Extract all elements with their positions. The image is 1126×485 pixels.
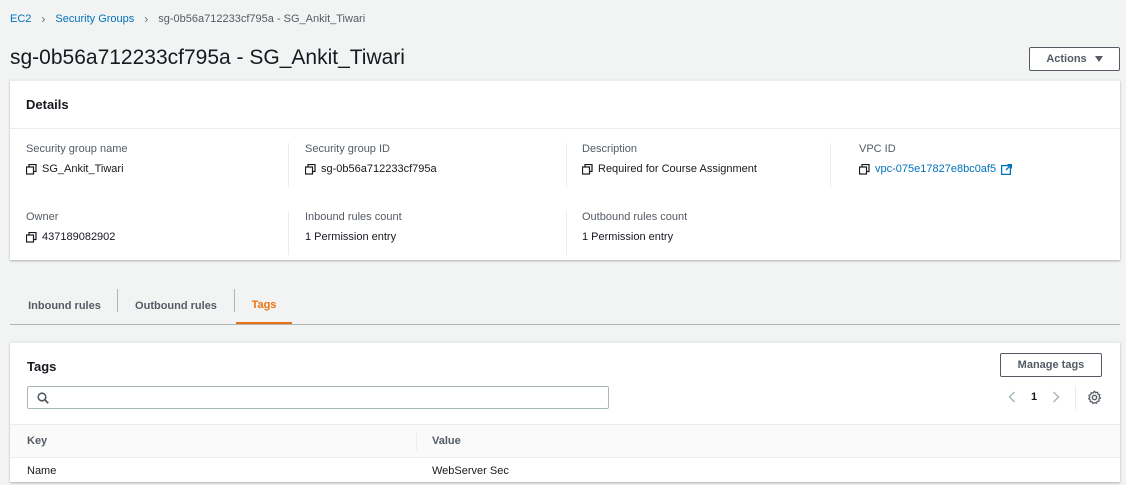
column-header-value[interactable]: Value (432, 435, 461, 447)
copy-icon[interactable] (26, 163, 37, 175)
field-vpc-id: VPC ID vpc-075e17827e8bc0af5 (859, 143, 1013, 175)
field-description: Description Required for Course Assignme… (582, 143, 757, 175)
manage-tags-button[interactable]: Manage tags (1000, 353, 1102, 377)
tab-inbound-rules[interactable]: Inbound rules (16, 288, 113, 324)
tab-tags[interactable]: Tags (236, 288, 292, 324)
column-header-key[interactable]: Key (27, 435, 47, 447)
actions-button-label: Actions (1046, 53, 1087, 65)
previous-page-icon[interactable] (1005, 389, 1019, 405)
field-label: Inbound rules count (305, 211, 402, 223)
column-divider (566, 211, 567, 255)
tag-value-cell: WebServer Sec (432, 465, 509, 477)
current-page-number[interactable]: 1 (1019, 391, 1049, 403)
breadcrumb: EC2 › Security Groups › sg-0b56a712233cf… (10, 12, 365, 26)
caret-down-icon (1094, 56, 1103, 62)
page-title: sg-0b56a712233cf795a - SG_Ankit_Tiwari (10, 46, 405, 69)
details-panel: Details Security group name SG_Ankit_Tiw… (10, 80, 1120, 260)
field-value-row: vpc-075e17827e8bc0af5 (859, 163, 1013, 175)
description-value: Required for Course Assignment (598, 163, 757, 175)
next-page-icon[interactable] (1049, 389, 1063, 405)
tag-key-cell: Name (27, 465, 57, 477)
table-row: Name WebServer Sec (10, 458, 1120, 483)
breadcrumb-current: sg-0b56a712233cf795a - SG_Ankit_Tiwari (158, 13, 366, 25)
copy-icon[interactable] (305, 163, 316, 175)
tab-outbound-rules[interactable]: Outbound rules (125, 288, 227, 324)
copy-icon[interactable] (859, 163, 870, 175)
tags-panel: Tags Manage tags 1 Key Value Name WebSer… (10, 342, 1120, 482)
field-value-row: 1 Permission entry (305, 231, 402, 243)
breadcrumb-security-groups-link[interactable]: Security Groups (55, 13, 134, 25)
details-header: Details (10, 81, 1120, 129)
field-security-group-id: Security group ID sg-0b56a712233cf795a (305, 143, 437, 175)
owner-value: 437189082902 (42, 231, 116, 243)
field-inbound-rules-count: Inbound rules count 1 Permission entry (305, 211, 402, 243)
chevron-right-icon: › (41, 12, 46, 26)
field-label: Security group name (26, 143, 128, 155)
column-divider (288, 143, 289, 187)
tags-heading: Tags (27, 359, 57, 374)
tags-search-input[interactable] (56, 389, 601, 406)
tab-divider (234, 289, 235, 312)
field-owner: Owner 437189082902 (26, 211, 115, 243)
column-divider[interactable] (416, 433, 417, 450)
outbound-rules-count-value: 1 Permission entry (582, 231, 674, 243)
external-link-icon[interactable] (1001, 163, 1013, 175)
copy-icon[interactable] (582, 163, 593, 175)
vpc-id-link[interactable]: vpc-075e17827e8bc0af5 (875, 163, 996, 175)
security-group-name-value: SG_Ankit_Tiwari (42, 163, 124, 175)
tags-search (27, 386, 609, 409)
field-security-group-name: Security group name SG_Ankit_Tiwari (26, 143, 128, 175)
field-label: Owner (26, 211, 59, 223)
field-value-row: 437189082902 (26, 231, 115, 243)
field-value-row: SG_Ankit_Tiwari (26, 163, 128, 175)
security-group-id-value: sg-0b56a712233cf795a (321, 163, 437, 175)
column-divider (830, 143, 831, 187)
breadcrumb-ec2-link[interactable]: EC2 (10, 13, 31, 25)
field-outbound-rules-count: Outbound rules count 1 Permission entry (582, 211, 687, 243)
column-divider (566, 143, 567, 187)
tags-table-header: Key Value (10, 424, 1120, 458)
inbound-rules-count-value: 1 Permission entry (305, 231, 397, 243)
field-label: Outbound rules count (582, 211, 688, 223)
pagination-divider (1075, 386, 1076, 410)
copy-icon[interactable] (26, 231, 37, 243)
field-label: Description (582, 143, 638, 155)
search-icon (37, 392, 49, 404)
field-value-row: sg-0b56a712233cf795a (305, 163, 437, 175)
column-divider (288, 211, 289, 255)
actions-button[interactable]: Actions (1029, 47, 1120, 71)
details-heading: Details (26, 97, 69, 112)
gear-icon[interactable] (1087, 390, 1102, 405)
field-label: VPC ID (859, 143, 896, 155)
field-value-row: Required for Course Assignment (582, 163, 757, 175)
field-label: Security group ID (305, 143, 390, 155)
tab-bar: Inbound rules Outbound rules Tags (10, 288, 1120, 325)
tab-divider (117, 289, 118, 312)
field-value-row: 1 Permission entry (582, 231, 687, 243)
pagination: 1 (1005, 389, 1063, 405)
chevron-right-icon: › (144, 12, 149, 26)
